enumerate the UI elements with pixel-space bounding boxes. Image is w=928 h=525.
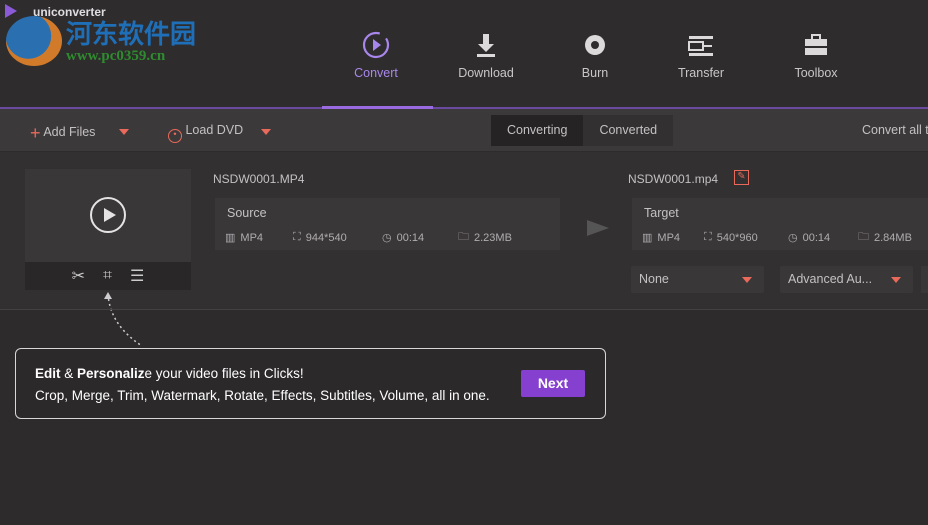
nav-download[interactable]: Download <box>431 30 541 80</box>
edit-toolbar: ✂ ⌗ ☰ <box>25 262 191 290</box>
clock-icon: ◷ <box>382 232 392 244</box>
add-files-button[interactable]: + Add Files <box>30 123 95 144</box>
watermark-url: www.pc0359.cn <box>66 48 166 64</box>
subtitle-select[interactable]: None <box>631 266 764 293</box>
dvd-icon: • <box>168 129 182 143</box>
format: ▥ MP4 <box>225 231 264 245</box>
plus-icon: + <box>30 123 41 143</box>
target-label: Target <box>644 206 679 220</box>
nav-label: Toolbox <box>794 66 838 80</box>
download-icon <box>477 34 495 57</box>
more-button[interactable] <box>921 266 928 293</box>
size: 🗀 2.23MB <box>458 228 512 247</box>
watermark-text: 河东软件园 <box>66 20 197 50</box>
add-files-label: Add Files <box>43 125 96 139</box>
nav-label: Convert <box>354 66 398 80</box>
dropdown-icon <box>891 277 901 283</box>
tab-converted[interactable]: Converted <box>583 115 673 146</box>
effects-icon[interactable]: ☰ <box>130 266 144 286</box>
nav-label: Download <box>458 66 514 80</box>
arrow-right-icon <box>587 220 609 236</box>
next-button[interactable]: Next <box>521 370 585 397</box>
tip-line2: Crop, Merge, Trim, Watermark, Rotate, Ef… <box>35 388 490 403</box>
trim-icon[interactable]: ✂ <box>72 266 85 286</box>
edit-name-icon[interactable]: ✎ <box>734 170 749 185</box>
source-filename: NSDW0001.MP4 <box>213 172 305 186</box>
size: 🗀 2.84MB <box>858 228 912 247</box>
nav-transfer[interactable]: Transfer <box>646 30 756 80</box>
dropdown-icon <box>742 277 752 283</box>
tip-popup: Edit & Personalize your video files in C… <box>15 348 606 419</box>
transfer-icon <box>688 36 713 56</box>
add-files-dropdown-icon[interactable] <box>119 129 129 135</box>
convert-icon <box>362 31 390 59</box>
tip-line1: Edit & Personalize your video files in C… <box>35 366 304 381</box>
source-label: Source <box>227 206 267 220</box>
film-icon: ▥ <box>642 232 653 244</box>
nav-burn[interactable]: Burn <box>540 30 650 80</box>
nav-label: Transfer <box>677 66 725 80</box>
duration: ◷ 00:14 <box>788 231 831 245</box>
divider <box>0 309 928 310</box>
resolution: ⛶ 944*540 <box>293 231 347 244</box>
crop-icon[interactable]: ⌗ <box>103 267 112 285</box>
nav-convert[interactable]: Convert <box>321 30 431 80</box>
folder-icon: 🗀 <box>458 231 469 243</box>
target-filename: NSDW0001.mp4 <box>628 172 719 186</box>
target-info: Target ▥ MP4 ⛶ 540*960 ◷ 00:14 🗀 2.84MB <box>632 198 928 250</box>
duration: ◷ 00:14 <box>382 231 425 245</box>
resolution: ⛶ 540*960 <box>704 231 758 244</box>
tab-group: Converting Converted <box>491 115 674 146</box>
tip-pointer <box>104 292 143 347</box>
nav-label: Burn <box>581 66 609 80</box>
burn-icon <box>585 35 605 55</box>
toolbox-icon <box>805 34 827 55</box>
toolbar <box>0 109 928 151</box>
load-dvd-dropdown-icon[interactable] <box>261 129 271 135</box>
nav-toolbox[interactable]: Toolbox <box>761 30 871 80</box>
folder-icon: 🗀 <box>858 231 869 243</box>
resolution-icon: ⛶ <box>704 231 712 243</box>
load-dvd-button[interactable]: • Load DVD <box>168 123 243 143</box>
resolution-icon: ⛶ <box>293 231 301 243</box>
format: ▥ MP4 <box>642 231 681 245</box>
film-icon: ▥ <box>225 232 236 244</box>
clock-icon: ◷ <box>788 232 798 244</box>
audio-select[interactable]: Advanced Au... <box>780 266 913 293</box>
app-logo-icon <box>5 4 17 18</box>
load-dvd-label: Load DVD <box>185 123 244 137</box>
video-thumbnail[interactable] <box>25 169 191 262</box>
convert-all-label[interactable]: Convert all t <box>862 123 928 137</box>
play-icon[interactable] <box>90 197 126 233</box>
watermark-logo <box>6 16 62 66</box>
tab-converting[interactable]: Converting <box>491 115 584 146</box>
source-info: Source ▥ MP4 ⛶ 944*540 ◷ 00:14 🗀 2.23MB <box>215 198 560 250</box>
